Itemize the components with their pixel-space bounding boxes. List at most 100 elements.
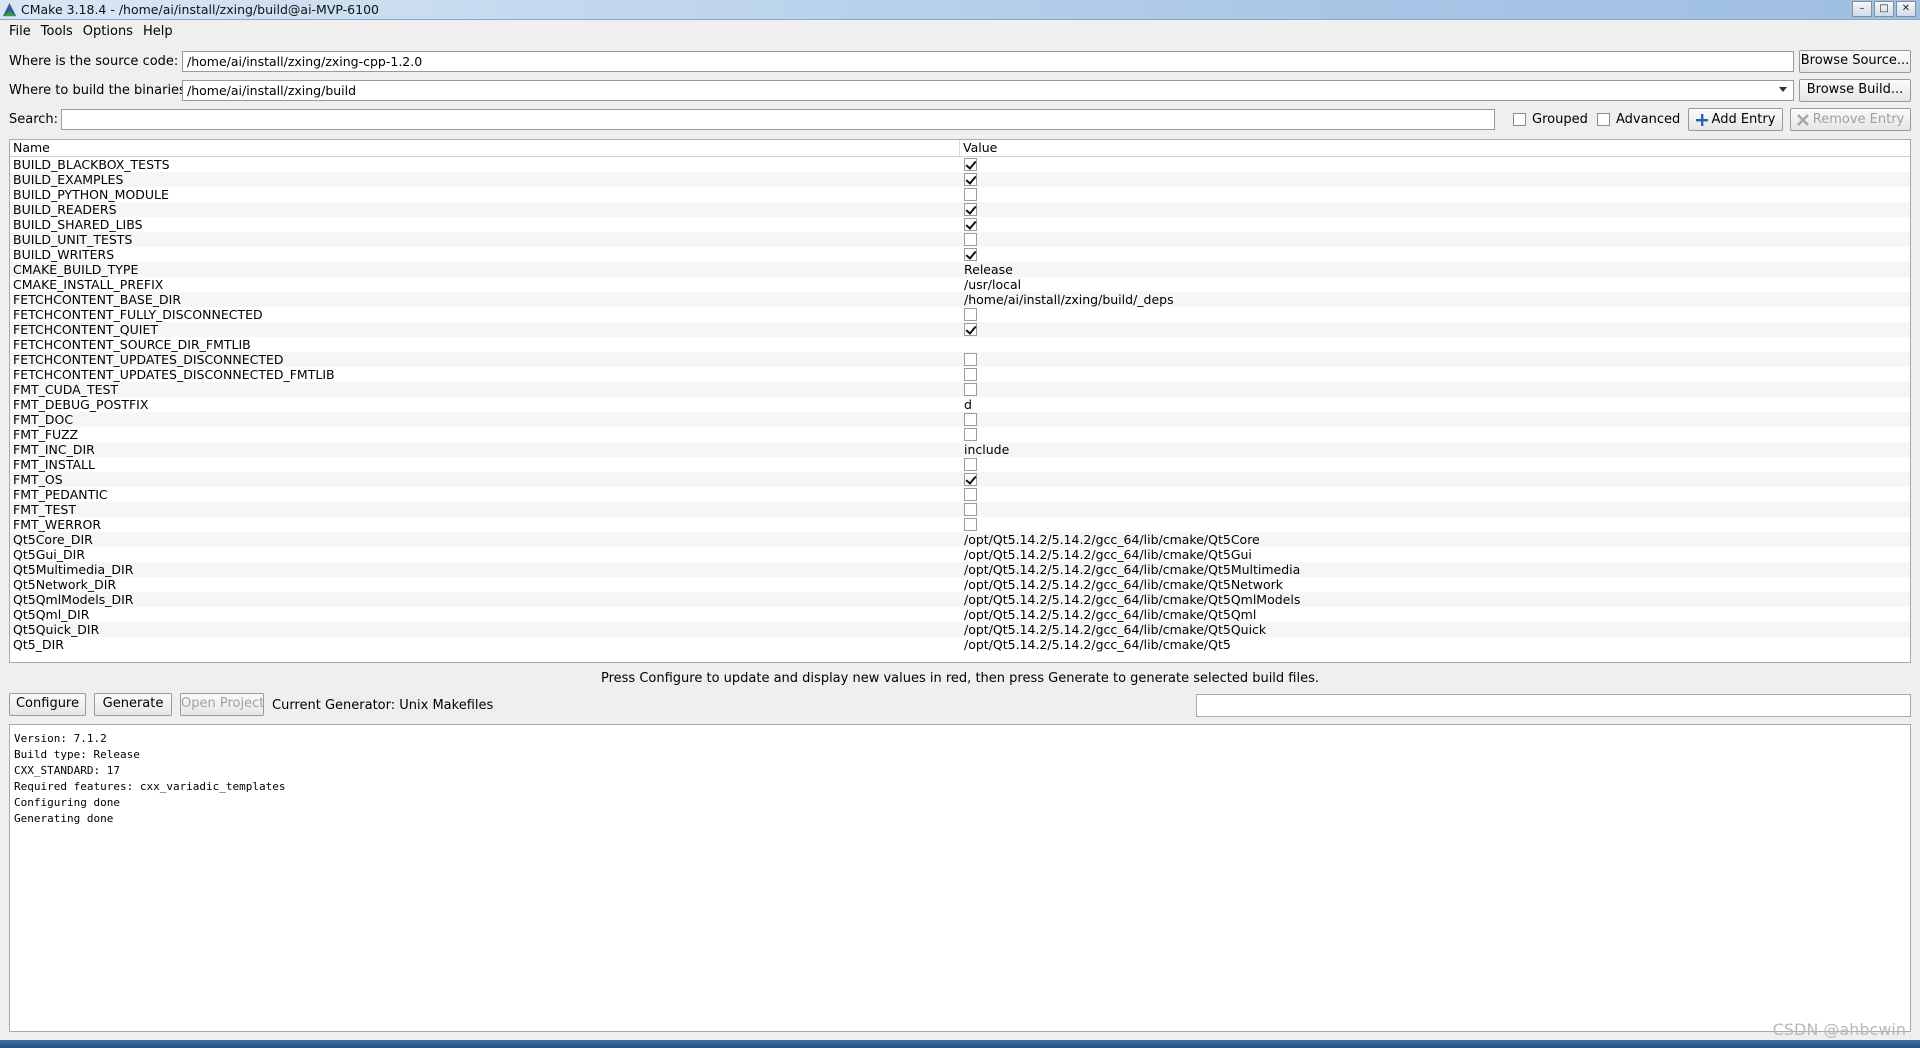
column-header-name[interactable]: Name <box>10 140 960 156</box>
plus-icon <box>1695 113 1708 126</box>
table-row[interactable]: BUILD_EXAMPLES <box>10 172 1910 187</box>
value-checkbox[interactable] <box>964 428 977 441</box>
cell-value[interactable]: /opt/Qt5.14.2/5.14.2/gcc_64/lib/cmake/Qt… <box>960 592 1300 607</box>
value-checkbox[interactable] <box>964 158 977 171</box>
cell-value[interactable]: /home/ai/install/zxing/build/_deps <box>960 292 1174 307</box>
remove-entry-button[interactable]: Remove Entry <box>1790 108 1911 131</box>
advanced-checkbox[interactable] <box>1597 113 1610 126</box>
cell-value[interactable]: /opt/Qt5.14.2/5.14.2/gcc_64/lib/cmake/Qt… <box>960 577 1283 592</box>
menu-help[interactable]: Help <box>138 21 178 43</box>
value-checkbox[interactable] <box>964 353 977 366</box>
table-row[interactable]: FMT_OS <box>10 472 1910 487</box>
value-checkbox[interactable] <box>964 308 977 321</box>
value-checkbox[interactable] <box>964 233 977 246</box>
value-checkbox[interactable] <box>964 503 977 516</box>
grouped-checkbox[interactable] <box>1513 113 1526 126</box>
grouped-option[interactable]: Grouped <box>1513 112 1588 127</box>
browse-build-button[interactable]: Browse Build... <box>1799 79 1911 102</box>
cell-name: BUILD_BLACKBOX_TESTS <box>13 157 170 172</box>
close-button[interactable]: ✕ <box>1896 1 1916 17</box>
value-checkbox[interactable] <box>964 188 977 201</box>
cell-value[interactable]: /opt/Qt5.14.2/5.14.2/gcc_64/lib/cmake/Qt… <box>960 637 1231 652</box>
table-row[interactable]: FETCHCONTENT_FULLY_DISCONNECTED <box>10 307 1910 322</box>
cell-value[interactable]: /opt/Qt5.14.2/5.14.2/gcc_64/lib/cmake/Qt… <box>960 562 1300 577</box>
table-row[interactable]: Qt5Network_DIR/opt/Qt5.14.2/5.14.2/gcc_6… <box>10 577 1910 592</box>
cmake-logo-icon <box>2 2 17 17</box>
cell-value[interactable]: /usr/local <box>960 277 1021 292</box>
value-checkbox[interactable] <box>964 383 977 396</box>
cell-value <box>960 307 977 322</box>
generate-button[interactable]: Generate <box>94 693 172 716</box>
table-row[interactable]: Qt5Core_DIR/opt/Qt5.14.2/5.14.2/gcc_64/l… <box>10 532 1910 547</box>
table-row[interactable]: BUILD_READERS <box>10 202 1910 217</box>
configure-button[interactable]: Configure <box>9 693 86 716</box>
cell-value[interactable]: /opt/Qt5.14.2/5.14.2/gcc_64/lib/cmake/Qt… <box>960 607 1256 622</box>
value-checkbox[interactable] <box>964 458 977 471</box>
value-checkbox[interactable] <box>964 323 977 336</box>
table-row[interactable]: BUILD_PYTHON_MODULE <box>10 187 1910 202</box>
table-row[interactable]: Qt5_DIR/opt/Qt5.14.2/5.14.2/gcc_64/lib/c… <box>10 637 1910 652</box>
advanced-option[interactable]: Advanced <box>1597 112 1680 127</box>
table-row[interactable]: BUILD_WRITERS <box>10 247 1910 262</box>
table-row[interactable]: FETCHCONTENT_QUIET <box>10 322 1910 337</box>
chevron-down-icon[interactable] <box>1779 87 1787 92</box>
cell-value[interactable]: /opt/Qt5.14.2/5.14.2/gcc_64/lib/cmake/Qt… <box>960 622 1266 637</box>
value-checkbox[interactable] <box>964 413 977 426</box>
source-path-input[interactable]: /home/ai/install/zxing/zxing-cpp-1.2.0 <box>182 51 1794 72</box>
open-project-button[interactable]: Open Project <box>180 693 264 716</box>
table-row[interactable]: CMAKE_BUILD_TYPE Release <box>10 262 1910 277</box>
value-checkbox[interactable] <box>964 248 977 261</box>
table-row[interactable]: CMAKE_INSTALL_PREFIX/usr/local <box>10 277 1910 292</box>
value-checkbox[interactable] <box>964 173 977 186</box>
cell-value[interactable]: include <box>960 442 1009 457</box>
table-row[interactable]: Qt5Quick_DIR/opt/Qt5.14.2/5.14.2/gcc_64/… <box>10 622 1910 637</box>
table-row[interactable]: FETCHCONTENT_SOURCE_DIR_FMTLIB <box>10 337 1910 352</box>
cell-value[interactable]: /opt/Qt5.14.2/5.14.2/gcc_64/lib/cmake/Qt… <box>960 547 1252 562</box>
grouped-label: Grouped <box>1532 112 1588 127</box>
cell-value[interactable] <box>960 337 964 352</box>
value-checkbox[interactable] <box>964 218 977 231</box>
cell-value[interactable]: /opt/Qt5.14.2/5.14.2/gcc_64/lib/cmake/Qt… <box>960 532 1260 547</box>
table-row[interactable]: FMT_PEDANTIC <box>10 487 1910 502</box>
table-row[interactable]: FMT_WERROR <box>10 517 1910 532</box>
table-row[interactable]: FETCHCONTENT_BASE_DIR/home/ai/install/zx… <box>10 292 1910 307</box>
build-path-value: /home/ai/install/zxing/build <box>187 83 357 98</box>
menu-options[interactable]: Options <box>78 21 138 43</box>
browse-source-button[interactable]: Browse Source... <box>1799 50 1911 73</box>
table-row[interactable]: BUILD_UNIT_TESTS <box>10 232 1910 247</box>
minimize-button[interactable]: – <box>1852 1 1872 17</box>
table-row[interactable]: FMT_INC_DIR include <box>10 442 1910 457</box>
table-row[interactable]: Qt5Gui_DIR/opt/Qt5.14.2/5.14.2/gcc_64/li… <box>10 547 1910 562</box>
table-row[interactable]: BUILD_BLACKBOX_TESTS <box>10 157 1910 172</box>
table-row[interactable]: Qt5Qml_DIR/opt/Qt5.14.2/5.14.2/gcc_64/li… <box>10 607 1910 622</box>
menu-file[interactable]: File <box>4 21 36 43</box>
remove-x-icon <box>1796 113 1809 126</box>
cell-name: FMT_OS <box>13 472 63 487</box>
value-checkbox[interactable] <box>964 488 977 501</box>
value-checkbox[interactable] <box>964 473 977 486</box>
table-row[interactable]: FMT_DEBUG_POSTFIX d <box>10 397 1910 412</box>
table-row[interactable]: FETCHCONTENT_UPDATES_DISCONNECTED_FMTLIB <box>10 367 1910 382</box>
maximize-button[interactable]: □ <box>1874 1 1894 17</box>
table-row[interactable]: Qt5QmlModels_DIR/opt/Qt5.14.2/5.14.2/gcc… <box>10 592 1910 607</box>
table-row[interactable]: Qt5Multimedia_DIR/opt/Qt5.14.2/5.14.2/gc… <box>10 562 1910 577</box>
remove-entry-label: Remove Entry <box>1812 111 1905 127</box>
value-checkbox[interactable] <box>964 368 977 381</box>
table-row[interactable]: FETCHCONTENT_UPDATES_DISCONNECTED <box>10 352 1910 367</box>
table-row[interactable]: FMT_CUDA_TEST <box>10 382 1910 397</box>
value-checkbox[interactable] <box>964 203 977 216</box>
table-row[interactable]: BUILD_SHARED_LIBS <box>10 217 1910 232</box>
search-input[interactable] <box>61 109 1495 130</box>
build-path-combo[interactable]: /home/ai/install/zxing/build <box>182 80 1794 101</box>
value-checkbox[interactable] <box>964 518 977 531</box>
table-row[interactable]: FMT_INSTALL <box>10 457 1910 472</box>
table-row[interactable]: FMT_TEST <box>10 502 1910 517</box>
column-header-value[interactable]: Value <box>960 140 997 156</box>
table-row[interactable]: FMT_FUZZ <box>10 427 1910 442</box>
add-entry-button[interactable]: Add Entry <box>1688 108 1783 131</box>
cell-value[interactable]: d <box>960 397 972 412</box>
table-row[interactable]: FMT_DOC <box>10 412 1910 427</box>
menu-tools[interactable]: Tools <box>36 21 78 43</box>
cell-value[interactable]: Release <box>960 262 1013 277</box>
output-log[interactable]: Version: 7.1.2 Build type: Release CXX_S… <box>9 724 1911 1032</box>
